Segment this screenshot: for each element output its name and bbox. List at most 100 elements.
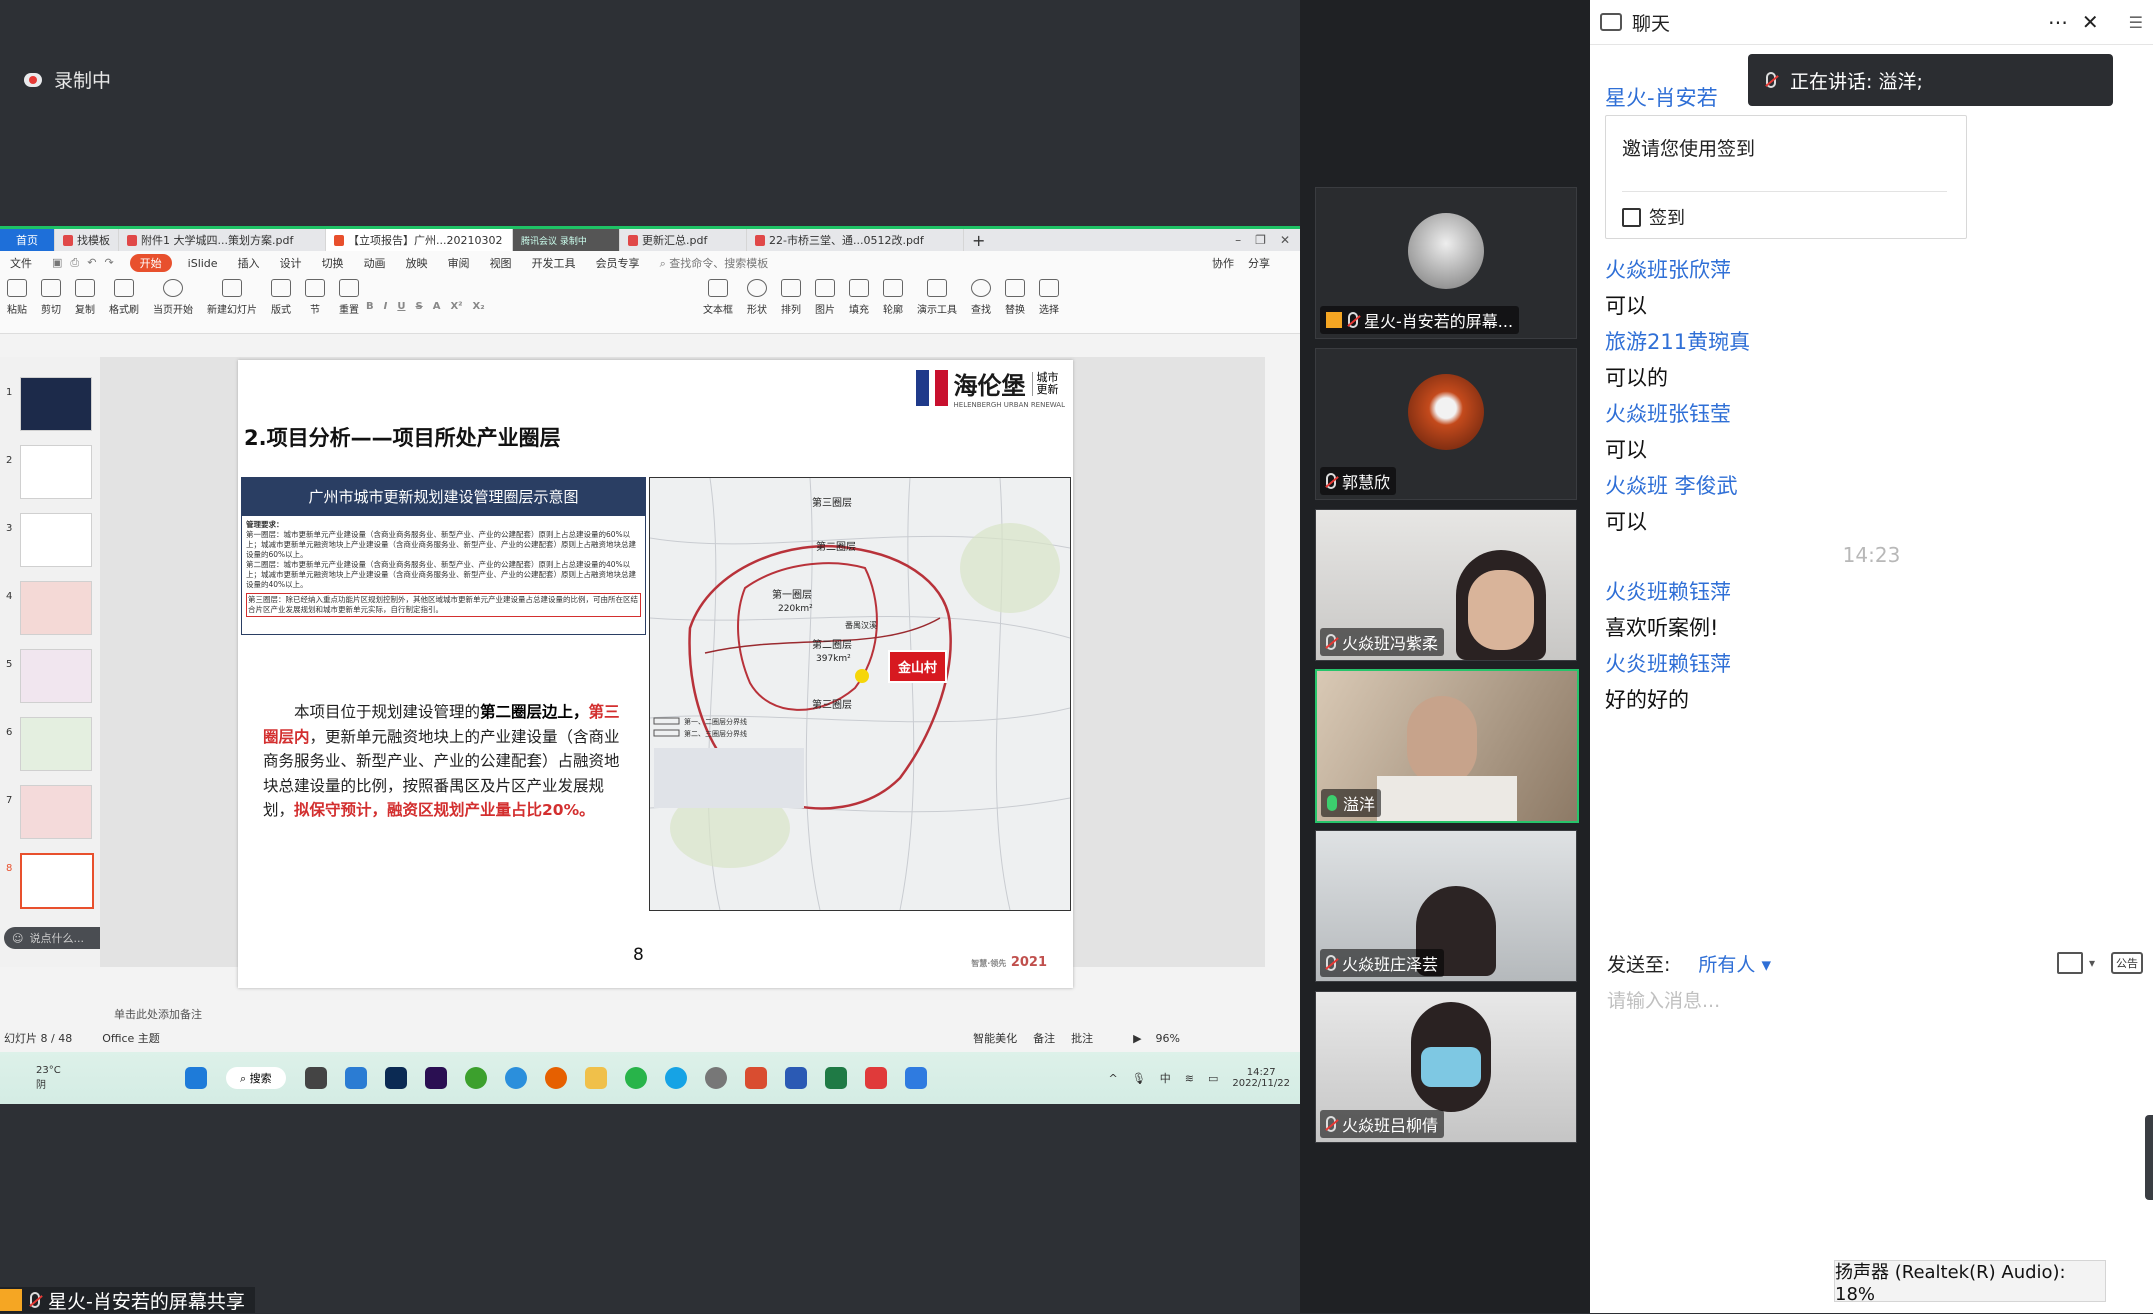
ribbon-textbox[interactable]: 文本框 [703, 279, 733, 316]
slide-thumbnail-selected[interactable] [20, 853, 94, 909]
signin-button[interactable]: 签到 [1622, 204, 1685, 230]
photos-icon[interactable] [904, 1067, 927, 1089]
ribbon-new-slide[interactable]: 新建幻灯片 [207, 279, 257, 316]
slide-thumbnail[interactable] [20, 581, 92, 635]
recording-indicator[interactable]: 录制中 [24, 66, 111, 93]
menu-view[interactable]: 视图 [480, 255, 522, 271]
slide-thumbnail[interactable] [20, 513, 92, 567]
video-tile[interactable]: 火焱班冯紫柔 [1315, 509, 1577, 661]
chat-sender[interactable]: 星火-肖安若 [1605, 82, 1718, 112]
ribbon-picture[interactable]: 图片 [815, 279, 835, 316]
ribbon-select[interactable]: 选择 [1039, 279, 1059, 316]
redo-icon[interactable]: ↷ [104, 256, 113, 270]
menu-developer[interactable]: 开发工具 [522, 255, 586, 271]
ribbon-shape[interactable]: 形状 [747, 279, 767, 316]
more-icon[interactable]: ⋯ [2048, 10, 2082, 34]
battery-icon[interactable]: ▭ [1208, 1072, 1218, 1085]
ribbon-replace[interactable]: 替换 [1005, 279, 1025, 316]
firefox-icon[interactable] [544, 1067, 567, 1089]
beautify-button[interactable]: 智能美化 [973, 1030, 1033, 1046]
slide-thumbnail[interactable] [20, 445, 92, 499]
italic-icon[interactable]: I [384, 301, 388, 312]
clock[interactable]: 14:27 2022/11/22 [1232, 1067, 1290, 1089]
bold-icon[interactable]: B [366, 301, 374, 312]
ribbon-play-current[interactable]: 当页开始 [153, 279, 193, 316]
menu-insert[interactable]: 插入 [228, 255, 270, 271]
windows-start-icon[interactable] [185, 1067, 207, 1089]
menu-design[interactable]: 设计 [270, 255, 312, 271]
print-icon[interactable]: ⎙ [70, 256, 79, 270]
collab-button[interactable]: 协作 [1212, 255, 1234, 271]
task-view-icon[interactable] [304, 1067, 327, 1089]
wifi-icon[interactable]: ≋ [1185, 1072, 1194, 1085]
subscript-icon[interactable]: X₂ [473, 301, 485, 312]
powerpoint-icon[interactable] [744, 1067, 767, 1089]
notes-toggle[interactable]: 备注 [1033, 1030, 1071, 1046]
slide-thumbnail[interactable] [20, 785, 92, 839]
zoom-level[interactable]: 96% [1156, 1032, 1300, 1045]
video-tile[interactable]: 火焱班庄泽芸 [1315, 830, 1577, 982]
mic-tray-icon[interactable]: 🎙 [1132, 1072, 1146, 1085]
menu-file[interactable]: 文件 [0, 255, 42, 271]
wechat-icon[interactable] [624, 1067, 647, 1089]
command-search[interactable]: ⌕ 查找命令、搜索模板 [650, 255, 779, 271]
menu-start[interactable]: 开始 [129, 254, 172, 272]
chat-sender[interactable]: 火炎班赖钰萍 [1605, 576, 1731, 606]
ribbon-fill[interactable]: 填充 [849, 279, 869, 316]
photoshop-icon[interactable] [384, 1067, 407, 1089]
ribbon-paste[interactable]: 粘贴 [7, 279, 27, 316]
premiere-icon[interactable] [424, 1067, 447, 1089]
taskbar-search[interactable]: ⌕ 搜索 [226, 1067, 286, 1089]
minimize-icon[interactable]: – [1235, 233, 1241, 247]
folder-icon[interactable] [584, 1067, 607, 1089]
ribbon-format-painter[interactable]: 格式刷 [109, 279, 139, 316]
tencent-meeting-icon[interactable] [664, 1067, 687, 1089]
ribbon-copy[interactable]: 复制 [75, 279, 95, 316]
mail-icon[interactable] [344, 1067, 367, 1089]
menu-icon[interactable]: ☰ [2129, 13, 2153, 32]
chat-sender[interactable]: 旅游211黄琬真 [1605, 326, 1750, 356]
chat-sender[interactable]: 火炎班赖钰萍 [1605, 648, 1731, 678]
new-tab-icon[interactable]: + [964, 229, 993, 251]
word-icon[interactable] [784, 1067, 807, 1089]
tab-templates[interactable]: 找模板 [55, 229, 119, 251]
tab-pdf-2[interactable]: 更新汇总.pdf [620, 229, 747, 251]
ribbon-section[interactable]: 节 [305, 279, 325, 316]
ribbon-reset[interactable]: 重置 [339, 279, 359, 316]
weather-widget[interactable]: 23°C 阴 [0, 1065, 176, 1091]
chat-message-input[interactable] [1605, 985, 2129, 1017]
superscript-icon[interactable]: X² [450, 301, 462, 312]
save-icon[interactable]: ▣ [52, 256, 62, 270]
ribbon-arrange[interactable]: 排列 [781, 279, 801, 316]
ribbon-find[interactable]: 查找 [971, 279, 991, 316]
video-tile-active-speaker[interactable]: 溢洋 [1315, 669, 1579, 823]
play-slideshow-icon[interactable]: ▶ [1133, 1032, 1155, 1045]
excel-icon[interactable] [824, 1067, 847, 1089]
menu-transition[interactable]: 切换 [312, 255, 354, 271]
video-tile[interactable]: 火焱班吕柳倩 [1315, 991, 1577, 1143]
slide-thumbnail[interactable] [20, 649, 92, 703]
comment-toggle[interactable]: 批注 [1071, 1030, 1133, 1046]
menu-animation[interactable]: 动画 [354, 255, 396, 271]
ribbon-cut[interactable]: 剪切 [41, 279, 61, 316]
ribbon-layout[interactable]: 版式 [271, 279, 291, 316]
wps-icon[interactable] [864, 1067, 887, 1089]
strike-icon[interactable]: S [415, 301, 422, 312]
ime-indicator[interactable]: 中 [1160, 1070, 1171, 1086]
close-icon[interactable]: ✕ [2082, 10, 2129, 34]
folder-icon[interactable] [2056, 952, 2083, 974]
menu-review[interactable]: 审阅 [438, 255, 480, 271]
tab-pdf-1[interactable]: 附件1 大学城四...策划方案.pdf [119, 229, 326, 251]
menu-member[interactable]: 会员专享 [586, 255, 650, 271]
edge-icon[interactable] [504, 1067, 527, 1089]
send-to-dropdown[interactable]: 所有人 ▾ [1698, 950, 1771, 977]
share-button[interactable]: 分享 [1248, 255, 1270, 271]
tab-home[interactable]: 首页 [0, 229, 55, 251]
underline-icon[interactable]: U [397, 301, 405, 312]
ribbon-present-tools[interactable]: 演示工具 [917, 279, 957, 316]
notes-bar[interactable]: 单击此处添加备注 [100, 1004, 1279, 1024]
chevron-down-icon[interactable]: ▾ [2089, 956, 2095, 970]
announcement-button[interactable]: 公告 [2111, 952, 2143, 974]
chat-sender[interactable]: 火焱班张欣萍 [1605, 254, 1731, 284]
menu-islide[interactable]: iSlide [178, 257, 228, 270]
